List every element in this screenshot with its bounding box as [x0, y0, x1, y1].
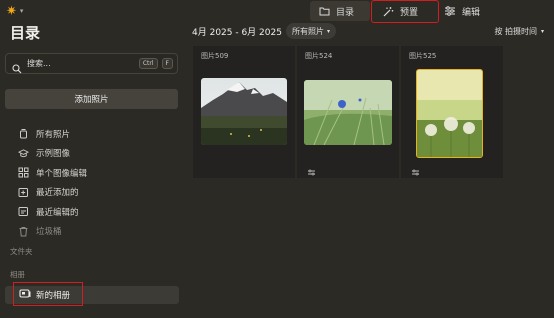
new-album-label: 新的相册: [36, 291, 71, 301]
sidebar-item-sample-images[interactable]: 示例图像: [18, 144, 87, 164]
sort-label: 按 拍摄时间: [494, 27, 537, 36]
sliders-icon: [444, 5, 456, 17]
photo-thumbnail[interactable]: [304, 80, 392, 145]
photo-cell[interactable]: 图片509: [193, 46, 295, 178]
sidebar-item-recently-edited[interactable]: 最近编辑的: [18, 202, 87, 222]
tab-preset-label: 预置: [400, 8, 419, 18]
filter-dropdown[interactable]: 所有照片 ▾: [286, 23, 337, 39]
top-bar: ✷ ▾ 目录 预置 编辑: [0, 0, 554, 23]
sidebar-item-single-edit[interactable]: 单个图像编辑: [18, 163, 87, 183]
trash-icon: [18, 226, 29, 237]
photo-label: 图片509: [201, 52, 229, 60]
photo-stack-icon: [18, 128, 29, 139]
photo-thumbnail-selected[interactable]: [416, 69, 483, 158]
page-title: 目录: [10, 24, 41, 42]
magic-wand-icon: [382, 6, 394, 18]
sort-dropdown[interactable]: 按 拍摄时间 ▾: [494, 26, 544, 37]
tab-preset[interactable]: 预置: [371, 0, 439, 23]
search-placeholder: 搜索...: [27, 59, 51, 68]
sidebar-item-label: 垃圾桶: [36, 227, 62, 238]
chevron-down-icon: ▾: [540, 28, 544, 35]
graduation-cap-icon: [18, 148, 29, 159]
chevron-down-icon: ▾: [19, 7, 24, 15]
sidebar-nav: 所有照片 示例图像 单个图像编辑 最近添加的 最近编辑的 垃圾桶: [18, 124, 87, 241]
folder-icon: [318, 5, 330, 17]
shortcut-ctrl: Ctrl: [138, 58, 158, 69]
photo-thumbnail[interactable]: [201, 78, 287, 145]
date-range: 4月 2025 - 6月 2025: [192, 28, 282, 38]
search-icon: [12, 59, 22, 73]
recent-edited-icon: [18, 206, 29, 217]
add-photos-button[interactable]: 添加照片: [5, 89, 178, 109]
recent-added-icon: [18, 187, 29, 198]
sidebar-item-label: 示例图像: [36, 149, 71, 160]
app-menu-button[interactable]: ✷ ▾: [6, 2, 40, 20]
tab-edit[interactable]: 编辑: [440, 1, 494, 21]
photo-cell[interactable]: 图片524: [297, 46, 399, 178]
sidebar-item-trash[interactable]: 垃圾桶: [18, 222, 87, 242]
sidebar-item-label: 所有照片: [36, 129, 71, 140]
tab-catalog-label: 目录: [336, 7, 355, 18]
sidebar-item-label: 单个图像编辑: [36, 168, 88, 179]
filter-label: 所有照片: [292, 26, 324, 36]
grid-icon: [18, 167, 29, 178]
folders-header: 文件夹: [10, 247, 33, 256]
search-input[interactable]: 搜索... Ctrl F: [5, 53, 178, 74]
photo-label: 图片524: [305, 52, 333, 60]
adjustments-icon: [411, 162, 420, 176]
albums-header: 相册: [10, 270, 25, 279]
adjustments-icon: [307, 162, 316, 176]
sun-logo-icon: ✷: [6, 3, 17, 19]
album-icon: [19, 288, 31, 302]
photo-cell[interactable]: 图片525: [401, 46, 503, 178]
tab-edit-label: 编辑: [462, 7, 481, 18]
tab-catalog[interactable]: 目录: [310, 1, 370, 21]
sidebar-item-label: 最近编辑的: [36, 207, 79, 218]
chevron-down-icon: ▾: [327, 27, 331, 35]
sidebar-item-label: 最近添加的: [36, 188, 79, 199]
sidebar-item-all-photos[interactable]: 所有照片: [18, 124, 87, 144]
sidebar-item-recently-added[interactable]: 最近添加的: [18, 183, 87, 203]
photo-label: 图片525: [409, 52, 437, 60]
shortcut-f: F: [161, 58, 173, 69]
new-album-item[interactable]: 新的相册: [19, 287, 70, 303]
